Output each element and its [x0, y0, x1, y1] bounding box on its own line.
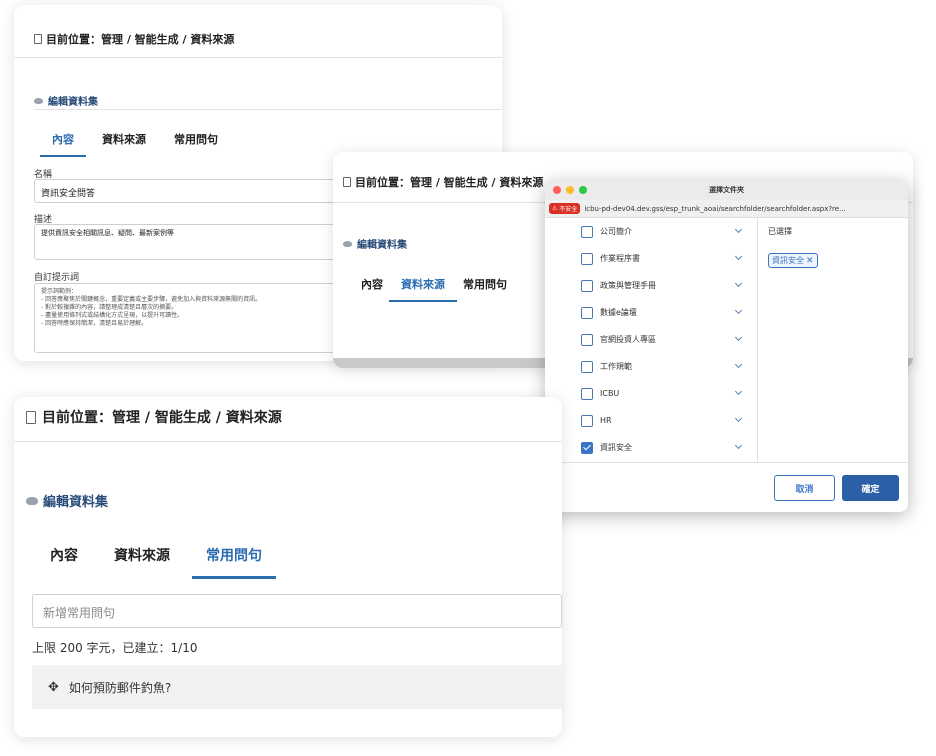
section-title: 編輯資料集 — [26, 491, 108, 510]
dialog-titlebar: 選擇文件夾 — [545, 180, 908, 200]
chevron-down-icon[interactable] — [734, 225, 743, 234]
warning-icon: ⚠ — [552, 205, 560, 212]
chevron-down-icon[interactable] — [734, 306, 743, 315]
chevron-down-icon[interactable] — [734, 279, 743, 288]
chevron-down-icon[interactable] — [734, 333, 743, 342]
folder-label: ICBU — [600, 389, 620, 398]
tab-content[interactable]: 內容 — [40, 131, 86, 157]
folder-checkbox[interactable] — [581, 225, 593, 238]
folder-label: 官網投資人專區 — [600, 335, 656, 344]
breadcrumb-text: 目前位置：管理 / 智能生成 / 資料來源 — [46, 33, 235, 46]
dialog-title: 選擇文件夾 — [709, 186, 744, 194]
section-title: 編輯資料集 — [34, 93, 98, 108]
folder-item[interactable]: 資訊安全 — [545, 434, 757, 461]
folder-label: HR — [600, 416, 612, 425]
folder-item[interactable]: 工作規範 — [545, 353, 757, 380]
edit-dataset-questions-panel: 目前位置：管理 / 智能生成 / 資料來源 編輯資料集 內容 資料來源 常用問句… — [14, 397, 562, 737]
new-question-input[interactable]: 新增常用問句 — [32, 594, 562, 628]
question-text: 如何預防郵件釣魚? — [68, 680, 172, 695]
folder-item[interactable]: 數據e論壇 — [545, 299, 757, 326]
divider — [14, 57, 502, 58]
cloud-icon — [26, 496, 38, 505]
folder-checkbox[interactable] — [581, 414, 593, 427]
folder-item[interactable]: 官網投資人專區 — [545, 326, 757, 353]
section-title-text: 編輯資料集 — [48, 97, 98, 108]
folder-item[interactable]: HR — [545, 407, 757, 434]
select-folder-dialog: 選擇文件夾 ⚠ 不安全 icbu-pd-dev04.dev.gss/esp_tr… — [545, 180, 908, 512]
tab-common-questions[interactable]: 常用問句 — [192, 545, 276, 579]
breadcrumb: 目前位置：管理 / 智能生成 / 資料來源 — [343, 174, 543, 190]
folder-label: 工作規範 — [600, 362, 632, 371]
cloud-icon — [34, 97, 43, 104]
tab-content[interactable]: 內容 — [361, 276, 383, 292]
question-item[interactable]: ✥ 如何預防郵件釣魚? — [32, 665, 562, 709]
tab-data-source[interactable]: 資料來源 — [114, 545, 170, 565]
custom-prompt-label: 自訂提示詞 — [34, 273, 80, 283]
tab-bar: 內容 資料來源 常用問句 — [361, 276, 525, 302]
chevron-down-icon[interactable] — [734, 252, 743, 261]
tab-content[interactable]: 內容 — [50, 545, 78, 565]
folder-label: 公司簡介 — [600, 227, 632, 236]
folder-checkbox[interactable] — [581, 387, 593, 400]
folder-label: 作業程序書 — [600, 254, 640, 263]
folder-checkbox[interactable] — [581, 252, 593, 265]
tab-bar: 內容 資料來源 常用問句 — [40, 131, 246, 157]
breadcrumb-text: 目前位置：管理 / 智能生成 / 資料來源 — [355, 176, 544, 189]
selected-folder-tag: 資訊安全 ✕ — [768, 253, 818, 268]
selected-tag-text: 資訊安全 — [772, 256, 804, 265]
document-icon — [343, 177, 351, 187]
insecure-badge[interactable]: ⚠ 不安全 — [549, 203, 581, 214]
selected-label: 已選擇 — [768, 227, 792, 236]
folder-checkbox-checked[interactable] — [581, 441, 593, 454]
section-title-text: 編輯資料集 — [43, 495, 109, 510]
insecure-label: 不安全 — [559, 206, 578, 213]
divider — [14, 441, 562, 442]
cloud-icon — [343, 240, 352, 247]
folder-label: 數據e論壇 — [600, 308, 637, 317]
drag-handle-icon[interactable]: ✥ — [48, 680, 59, 695]
tab-bar: 內容 資料來源 常用問句 — [50, 545, 298, 579]
tab-data-source[interactable]: 資料來源 — [389, 276, 457, 302]
tab-common-questions[interactable]: 常用問句 — [463, 276, 507, 292]
folder-checkbox[interactable] — [581, 306, 593, 319]
breadcrumb-text: 目前位置：管理 / 智能生成 / 資料來源 — [42, 410, 282, 426]
folder-item[interactable]: 作業程序書 — [545, 245, 757, 272]
tab-data-source[interactable]: 資料來源 — [102, 131, 146, 147]
folder-item[interactable]: 政策與管理手冊 — [545, 272, 757, 299]
confirm-button[interactable]: 確定 — [842, 475, 899, 501]
chevron-down-icon[interactable] — [734, 441, 743, 450]
folder-label: 政策與管理手冊 — [600, 281, 656, 290]
breadcrumb: 目前位置：管理 / 智能生成 / 資料來源 — [26, 407, 282, 427]
character-limit-text: 上限 200 字元，已建立：1/10 — [32, 641, 198, 655]
url-bar: ⚠ 不安全 icbu-pd-dev04.dev.gss/esp_trunk_ao… — [545, 200, 908, 218]
selected-folders-area: 已選擇 資訊安全 ✕ — [768, 226, 818, 268]
document-icon — [26, 410, 36, 424]
tab-common-questions[interactable]: 常用問句 — [174, 131, 218, 147]
folder-list: 公司簡介 作業程序書 政策與管理手冊 數據e論壇 官網投資人專區 工作規範 IC… — [545, 218, 758, 462]
close-icon[interactable]: ✕ — [806, 256, 814, 266]
folder-label: 資訊安全 — [600, 443, 632, 452]
section-title-text: 編輯資料集 — [357, 240, 407, 251]
chevron-down-icon[interactable] — [734, 387, 743, 396]
chevron-down-icon[interactable] — [734, 360, 743, 369]
chevron-down-icon[interactable] — [734, 414, 743, 423]
document-icon — [34, 34, 42, 44]
dialog-footer: 取消 確定 — [545, 462, 908, 512]
folder-checkbox[interactable] — [581, 333, 593, 346]
divider — [34, 109, 502, 110]
folder-checkbox[interactable] — [581, 279, 593, 292]
section-title: 編輯資料集 — [343, 236, 407, 251]
breadcrumb: 目前位置：管理 / 智能生成 / 資料來源 — [34, 31, 234, 47]
folder-checkbox[interactable] — [581, 360, 593, 373]
cancel-button[interactable]: 取消 — [774, 475, 835, 501]
folder-item[interactable]: 公司簡介 — [545, 218, 757, 245]
folder-item[interactable]: ICBU — [545, 380, 757, 407]
url-text: icbu-pd-dev04.dev.gss/esp_trunk_aoai/sea… — [584, 204, 846, 213]
